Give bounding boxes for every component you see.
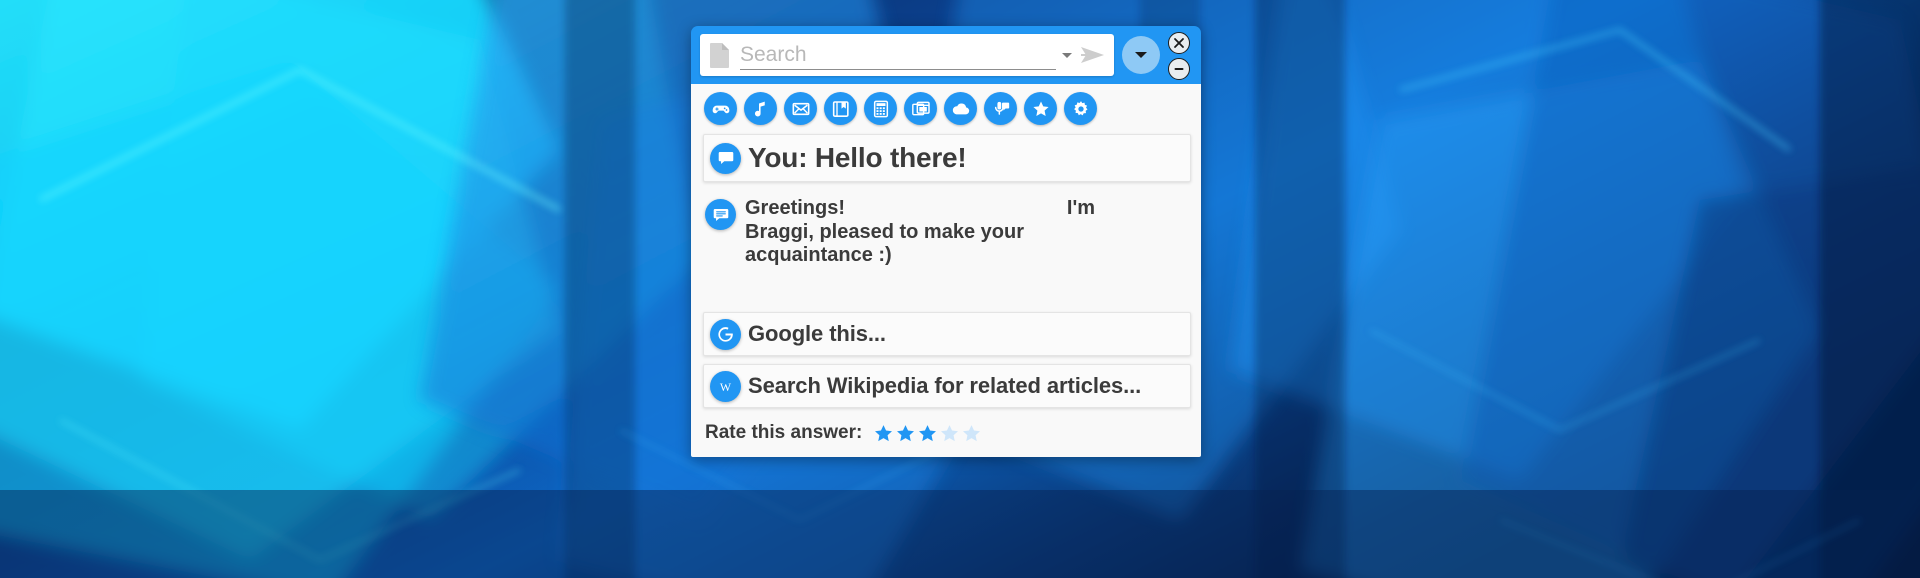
rating-star-3[interactable] <box>917 423 938 444</box>
user-question-text: You: Hello there! <box>748 142 967 173</box>
close-icon <box>1174 38 1184 48</box>
assistant-answer-row: Greetings! I'm Braggi, pleased to make y… <box>691 182 1201 294</box>
book-icon <box>832 100 849 117</box>
assistant-dropdown-button[interactable] <box>1122 36 1160 74</box>
window-controls <box>1166 32 1192 80</box>
rating-star-2[interactable] <box>895 423 916 444</box>
gear-icon <box>1073 100 1087 115</box>
launcher-item-books[interactable] <box>824 92 857 125</box>
close-button[interactable] <box>1168 32 1190 54</box>
answer-line2: Braggi, pleased to make your <box>745 220 1024 243</box>
send-arrow-icon[interactable] <box>1080 44 1106 66</box>
action-label: Search Wikipedia for related articles... <box>748 373 1142 398</box>
action-google-this[interactable]: Google this... <box>703 312 1191 356</box>
app-launcher-row <box>691 84 1201 132</box>
launcher-item-settings[interactable] <box>1064 92 1097 125</box>
gamepad-icon <box>712 105 729 113</box>
avatar <box>710 142 741 174</box>
assistant-titlebar <box>691 26 1201 82</box>
search-input[interactable] <box>740 40 1056 70</box>
svg-text:W: W <box>720 379 732 393</box>
rating-star-1[interactable] <box>873 423 894 444</box>
photos-icon <box>911 101 930 115</box>
user-question-row[interactable]: You: Hello there! <box>703 134 1191 182</box>
answer-spacer <box>691 294 1201 312</box>
music-note-icon <box>754 101 765 116</box>
document-icon <box>710 43 729 68</box>
google-icon <box>718 326 733 342</box>
launcher-item-gmail[interactable] <box>784 92 817 125</box>
desktop: You: Hello there! Gree <box>0 0 1920 578</box>
rating-star-5[interactable] <box>961 423 982 444</box>
launcher-item-games[interactable] <box>704 92 737 125</box>
launcher-item-voice[interactable] <box>984 92 1017 125</box>
action-search-wikipedia[interactable]: W Search Wikipedia for related articles.… <box>703 364 1191 408</box>
answer-line1-right: I'm <box>1066 197 1095 219</box>
answer-line1-left: Greetings! <box>745 197 846 219</box>
chat-lines-icon <box>713 208 728 221</box>
minimize-button[interactable] <box>1168 58 1190 80</box>
answer-line3: acquaintance :) <box>745 244 892 267</box>
assistant-avatar <box>705 199 736 230</box>
chevron-down-icon <box>1135 52 1147 58</box>
assistant-window: You: Hello there! Gree <box>691 26 1201 457</box>
avatar <box>710 318 741 350</box>
minimize-icon <box>1174 68 1184 70</box>
assistant-answer-text: Greetings! I'm Braggi, pleased to make y… <box>745 197 1095 268</box>
chat-bubble-icon <box>718 152 733 164</box>
search-bar[interactable] <box>700 34 1114 76</box>
wikipedia-icon: W <box>720 379 732 393</box>
launcher-item-music[interactable] <box>744 92 777 125</box>
launcher-item-calculator[interactable] <box>864 92 897 125</box>
rating-stars[interactable] <box>873 423 982 444</box>
launcher-item-cloud[interactable] <box>944 92 977 125</box>
launcher-item-photos[interactable] <box>904 92 937 125</box>
cloud-icon <box>952 103 969 114</box>
assistant-panel-body: You: Hello there! Greetings! I'm Braggi,… <box>691 82 1201 457</box>
gmail-icon <box>792 102 809 115</box>
voice-icon <box>994 101 1009 115</box>
rating-star-4[interactable] <box>939 423 960 444</box>
action-label: Google this... <box>748 321 886 346</box>
star-icon <box>1032 101 1049 116</box>
calculator-icon <box>873 100 888 117</box>
launcher-item-favorites[interactable] <box>1024 92 1057 125</box>
rating-row: Rate this answer: <box>691 408 1201 457</box>
search-history-chevron-down-icon[interactable] <box>1060 48 1074 62</box>
rating-label: Rate this answer: <box>705 422 863 443</box>
avatar: W <box>710 370 741 402</box>
